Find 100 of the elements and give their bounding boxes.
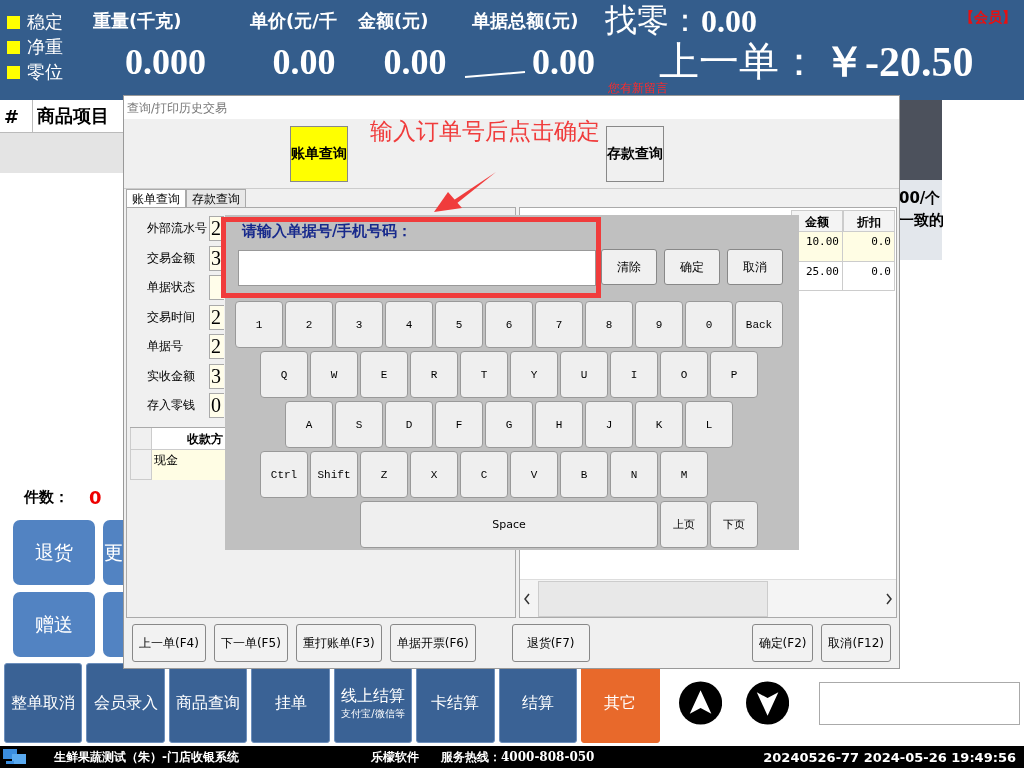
- table-cell: 0.0: [843, 261, 895, 291]
- row-header: [130, 427, 152, 450]
- keyboard-key[interactable]: 1: [235, 301, 283, 348]
- action-button[interactable]: 退货: [13, 520, 95, 585]
- table-cell: 0.0: [843, 232, 895, 262]
- reading-value: 0.00: [383, 42, 447, 82]
- keyboard-key[interactable]: V: [510, 451, 558, 498]
- action-button[interactable]: 清除: [601, 249, 657, 285]
- dialog-button[interactable]: 重打账单(F3): [295, 624, 382, 662]
- dialog-button[interactable]: 取消(F12): [821, 624, 891, 662]
- field-label: 存入零钱: [147, 397, 196, 415]
- scroll-thumb[interactable]: [538, 580, 768, 617]
- keyboard-key[interactable]: 3: [335, 301, 383, 348]
- input-field[interactable]: 2: [209, 334, 224, 360]
- keyboard-key[interactable]: X: [410, 451, 458, 498]
- keyboard-key[interactable]: L: [685, 401, 733, 448]
- dialog-button[interactable]: 上一单(F4): [132, 624, 206, 662]
- keyboard-key[interactable]: Q: [260, 351, 308, 398]
- reading-value: 0.000: [125, 42, 206, 82]
- action-button[interactable]: [103, 592, 123, 657]
- up-arrow-button[interactable]: [678, 681, 722, 725]
- keyboard-key[interactable]: 9: [635, 301, 683, 348]
- dialog-button[interactable]: 下一单(F5): [213, 624, 288, 662]
- keyboard-key[interactable]: A: [285, 401, 333, 448]
- keyboard-key[interactable]: I: [610, 351, 658, 398]
- scroll-right-icon: [884, 591, 894, 606]
- mode-button[interactable]: 账单查询: [290, 126, 348, 182]
- window-title: 查询/打印历史交易: [124, 96, 899, 119]
- keyboard-key[interactable]: T: [460, 351, 508, 398]
- keyboard-key[interactable]: Ctrl: [260, 451, 308, 498]
- field-label: 实收金额: [147, 367, 196, 385]
- keyboard-key[interactable]: 4: [385, 301, 433, 348]
- action-button[interactable]: 更: [103, 520, 123, 585]
- column-header: 商品项目: [36, 104, 110, 128]
- keyboard-key[interactable]: C: [460, 451, 508, 498]
- order-time: 20240526-77 2024-05-26 19:49:56: [763, 749, 1016, 765]
- status-label: 净重: [27, 37, 63, 58]
- table-cell: 现金: [152, 449, 227, 480]
- keyboard-key[interactable]: H: [535, 401, 583, 448]
- scroll-left-icon: [522, 591, 532, 606]
- reading-label: 单据总额(元): [472, 9, 580, 33]
- keyboard-key[interactable]: 下页: [710, 501, 758, 548]
- dialog-button[interactable]: 确定(F2): [751, 624, 814, 662]
- keyboard-key[interactable]: U: [560, 351, 608, 398]
- hotline-text: 服务热线：4000-808-050: [441, 748, 595, 766]
- keyboard-key[interactable]: R: [410, 351, 458, 398]
- keyboard-key[interactable]: 6: [485, 301, 533, 348]
- keyboard-key[interactable]: 0: [685, 301, 733, 348]
- input-field[interactable]: [238, 250, 596, 286]
- down-arrow-button[interactable]: [745, 681, 789, 725]
- prompt-label: 请输入单据号/手机号码：: [240, 222, 414, 242]
- keyboard-key[interactable]: 7: [535, 301, 583, 348]
- keyboard-key[interactable]: Y: [510, 351, 558, 398]
- keyboard-key[interactable]: B: [560, 451, 608, 498]
- reading-label: 金额(元): [358, 9, 430, 33]
- keyboard-key[interactable]: F: [435, 401, 483, 448]
- tab[interactable]: 账单查询: [126, 189, 186, 207]
- field-label: 单据号: [147, 338, 184, 356]
- field-label: 交易金额: [147, 249, 196, 267]
- mode-button[interactable]: 存款查询: [606, 126, 664, 182]
- keyboard-key[interactable]: K: [635, 401, 683, 448]
- last-order-value: ￥-20.50: [823, 42, 974, 82]
- keyboard-key[interactable]: 上页: [660, 501, 708, 548]
- tab[interactable]: 存款查询: [186, 189, 246, 207]
- keyboard-key[interactable]: W: [310, 351, 358, 398]
- keyboard-key[interactable]: Shift: [310, 451, 358, 498]
- keyboard-key[interactable]: D: [385, 401, 433, 448]
- input-field[interactable]: 3: [209, 363, 224, 389]
- dialog-button[interactable]: 单据开票(F6): [389, 624, 476, 662]
- keyboard-key[interactable]: G: [485, 401, 533, 448]
- keyboard-key[interactable]: N: [610, 451, 658, 498]
- keyboard-key[interactable]: Space: [360, 501, 658, 548]
- function-button[interactable]: 整单取消: [4, 663, 83, 743]
- keyboard-key[interactable]: E: [360, 351, 408, 398]
- input-field[interactable]: 0: [209, 393, 224, 419]
- function-button[interactable]: 会员录入: [86, 663, 165, 743]
- input-field[interactable]: 2: [209, 304, 224, 330]
- dialog-button[interactable]: 退货(F7): [511, 624, 590, 662]
- keyboard-key[interactable]: Z: [360, 451, 408, 498]
- status-label: 零位: [27, 62, 63, 83]
- input-field[interactable]: [818, 681, 1020, 725]
- count-label: 件数：: [24, 487, 69, 507]
- keyboard-key[interactable]: P: [710, 351, 758, 398]
- field-label: 单据状态: [147, 279, 196, 297]
- keyboard-key[interactable]: S: [335, 401, 383, 448]
- keyboard-key[interactable]: Back: [735, 301, 783, 348]
- keyboard-key[interactable]: O: [660, 351, 708, 398]
- keyboard-key[interactable]: 8: [585, 301, 633, 348]
- action-button[interactable]: 取消: [727, 249, 783, 285]
- keyboard-key[interactable]: 5: [435, 301, 483, 348]
- reading-label: 重量(千克): [93, 9, 183, 33]
- field-label: 外部流水号: [147, 220, 208, 238]
- reading-label: 单价(元/千: [250, 9, 338, 33]
- horizontal-scrollbar[interactable]: [520, 579, 896, 617]
- keyboard-key[interactable]: J: [585, 401, 633, 448]
- keyboard-key[interactable]: M: [660, 451, 708, 498]
- column-header: #: [0, 100, 33, 132]
- action-button[interactable]: 赠送: [13, 592, 95, 657]
- keyboard-key[interactable]: 2: [285, 301, 333, 348]
- action-button[interactable]: 确定: [664, 249, 720, 285]
